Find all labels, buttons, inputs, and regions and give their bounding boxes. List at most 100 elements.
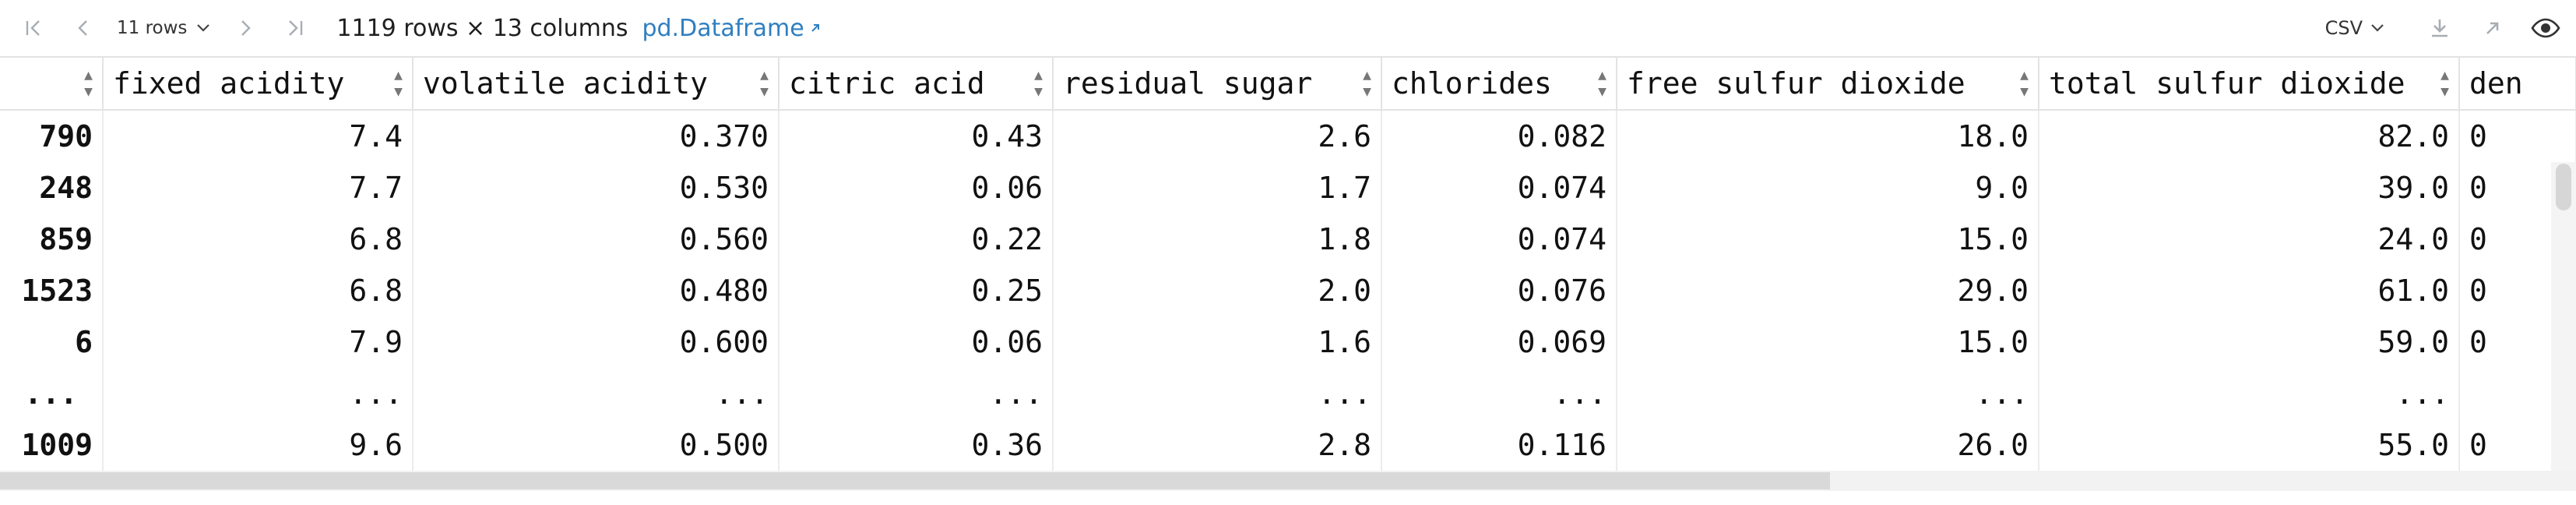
- table-cell[interactable]: 15.0: [1617, 316, 2039, 368]
- sort-icon[interactable]: ▲ ▼: [84, 67, 93, 100]
- table-cell[interactable]: 2.0: [1053, 265, 1382, 316]
- table-cell[interactable]: 0.069: [1381, 316, 1617, 368]
- column-header[interactable]: den: [2459, 58, 2576, 111]
- next-page-icon[interactable]: [226, 9, 265, 48]
- sort-icon[interactable]: ▲ ▼: [1034, 67, 1043, 100]
- table-cell[interactable]: 0.22: [779, 214, 1054, 265]
- horizontal-scrollbar-thumb[interactable]: [0, 472, 1830, 489]
- table-cell[interactable]: 1.7: [1053, 162, 1382, 214]
- chevron-down-icon: [197, 24, 210, 32]
- table-cell[interactable]: 7.9: [103, 316, 413, 368]
- table-cell[interactable]: 0.36: [779, 419, 1054, 471]
- table-cell[interactable]: 0.560: [413, 214, 779, 265]
- open-in-new-icon[interactable]: [2473, 9, 2512, 48]
- table-row[interactable]: 248 7.7 0.530 0.06 1.7 0.074 9.0 39.0 0: [0, 162, 2576, 214]
- toolbar-right-actions: CSV: [2325, 0, 2576, 56]
- column-header[interactable]: volatile acidity ▲ ▼: [413, 58, 779, 111]
- table-cell[interactable]: 0.600: [413, 316, 779, 368]
- sort-icon[interactable]: ▲ ▼: [2441, 67, 2449, 100]
- column-header[interactable]: residual sugar ▲ ▼: [1053, 58, 1382, 111]
- table-row[interactable]: 859 6.8 0.560 0.22 1.8 0.074 15.0 24.0 0: [0, 214, 2576, 265]
- table-cell[interactable]: 39.0: [2039, 162, 2460, 214]
- table-row[interactable]: 1009 9.6 0.500 0.36 2.8 0.116 26.0 55.0 0: [0, 419, 2576, 471]
- export-format-select[interactable]: CSV: [2325, 17, 2384, 39]
- table-cell[interactable]: 0.076: [1381, 265, 1617, 316]
- table-cell[interactable]: 26.0: [1617, 419, 2039, 471]
- external-link-icon: [811, 24, 819, 32]
- table-cell[interactable]: 24.0: [2039, 214, 2460, 265]
- table-cell[interactable]: 9.6: [103, 419, 413, 471]
- dataframe-type-link[interactable]: pd.Dataframe: [642, 15, 821, 42]
- table-size-summary: 1119 rows × 13 columns: [336, 14, 628, 42]
- last-page-icon[interactable]: [276, 9, 315, 48]
- column-header[interactable]: citric acid ▲ ▼: [779, 58, 1054, 111]
- table-cell[interactable]: 0.082: [1381, 110, 1617, 162]
- row-index: 6: [0, 316, 104, 368]
- table-cell[interactable]: 15.0: [1617, 214, 2039, 265]
- sort-icon[interactable]: ▲ ▼: [760, 67, 769, 100]
- dataframe-table: ▲ ▼ fixed acidity ▲ ▼ volatile acidity ▲ ▼ ci…: [0, 58, 2576, 471]
- table-cell[interactable]: 9.0: [1617, 162, 2039, 214]
- table-cell[interactable]: 6.8: [103, 214, 413, 265]
- table-cell[interactable]: 18.0: [1617, 110, 2039, 162]
- table-cell[interactable]: 6.8: [103, 265, 413, 316]
- rows-per-page-select[interactable]: 11 rows: [117, 18, 210, 38]
- table-cell[interactable]: 55.0: [2039, 419, 2460, 471]
- table-cell[interactable]: 29.0: [1617, 265, 2039, 316]
- table-cell[interactable]: 0.480: [413, 265, 779, 316]
- table-cell[interactable]: 0.074: [1381, 214, 1617, 265]
- column-header[interactable]: fixed acidity ▲ ▼: [103, 58, 413, 111]
- table-cell[interactable]: 0.06: [779, 162, 1054, 214]
- row-index: ...: [0, 368, 104, 419]
- table-cell[interactable]: 0.25: [779, 265, 1054, 316]
- table-cell[interactable]: 61.0: [2039, 265, 2460, 316]
- table-row[interactable]: 1523 6.8 0.480 0.25 2.0 0.076 29.0 61.0 0: [0, 265, 2576, 316]
- export-format-value: CSV: [2324, 17, 2363, 39]
- download-icon[interactable]: [2420, 9, 2459, 48]
- sort-icon[interactable]: ▲ ▼: [1598, 67, 1606, 100]
- table-cell[interactable]: 0.500: [413, 419, 779, 471]
- table-cell[interactable]: 59.0: [2039, 316, 2460, 368]
- table-cell[interactable]: ...: [413, 368, 779, 419]
- table-cell[interactable]: 0.530: [413, 162, 779, 214]
- table-row[interactable]: 6 7.9 0.600 0.06 1.6 0.069 15.0 59.0 0: [0, 316, 2576, 368]
- row-index: 248: [0, 162, 104, 214]
- table-cell[interactable]: 0.116: [1381, 419, 1617, 471]
- table-cell[interactable]: 0.370: [413, 110, 779, 162]
- table-cell[interactable]: ...: [1617, 368, 2039, 419]
- table-cell[interactable]: 1.6: [1053, 316, 1382, 368]
- header-row: ▲ ▼ fixed acidity ▲ ▼ volatile acidity ▲ ▼ ci…: [0, 58, 2576, 111]
- table-cell[interactable]: ...: [779, 368, 1054, 419]
- table-cell[interactable]: 0.06: [779, 316, 1054, 368]
- table-cell[interactable]: 2.6: [1053, 110, 1382, 162]
- first-page-icon[interactable]: [14, 9, 53, 48]
- table-cell[interactable]: ...: [1381, 368, 1617, 419]
- table-cell[interactable]: 2.8: [1053, 419, 1382, 471]
- sort-icon[interactable]: ▲ ▼: [1363, 67, 1371, 100]
- table-cell[interactable]: 0: [2459, 110, 2576, 162]
- sort-icon[interactable]: ▲ ▼: [2020, 67, 2029, 100]
- table-cell[interactable]: 82.0: [2039, 110, 2460, 162]
- table-row[interactable]: 790 7.4 0.370 0.43 2.6 0.082 18.0 82.0 0: [0, 110, 2576, 162]
- dataframe-grid: ▲ ▼ fixed acidity ▲ ▼ volatile acidity ▲ ▼ ci…: [0, 56, 2576, 479]
- table-cell[interactable]: 0.43: [779, 110, 1054, 162]
- table-cell[interactable]: 0.074: [1381, 162, 1617, 214]
- table-cell[interactable]: ...: [1053, 368, 1382, 419]
- table-cell[interactable]: 1.8: [1053, 214, 1382, 265]
- chevron-down-icon: [2371, 24, 2384, 32]
- table-cell[interactable]: 7.4: [103, 110, 413, 162]
- eye-icon[interactable]: [2526, 9, 2565, 48]
- horizontal-scrollbar[interactable]: [0, 471, 2576, 491]
- index-header[interactable]: ▲ ▼: [0, 58, 104, 111]
- column-header[interactable]: free sulfur dioxide ▲ ▼: [1617, 58, 2039, 111]
- previous-page-icon[interactable]: [64, 9, 103, 48]
- column-header[interactable]: total sulfur dioxide ▲ ▼: [2039, 58, 2460, 111]
- vertical-scrollbar[interactable]: [2551, 162, 2576, 479]
- table-cell[interactable]: ...: [2039, 368, 2460, 419]
- column-header[interactable]: chlorides ▲ ▼: [1381, 58, 1617, 111]
- table-cell[interactable]: 7.7: [103, 162, 413, 214]
- table-cell[interactable]: ...: [103, 368, 413, 419]
- table-row[interactable]: ........................: [0, 368, 2576, 419]
- vertical-scrollbar-thumb[interactable]: [2556, 164, 2571, 210]
- sort-icon[interactable]: ▲ ▼: [394, 67, 403, 100]
